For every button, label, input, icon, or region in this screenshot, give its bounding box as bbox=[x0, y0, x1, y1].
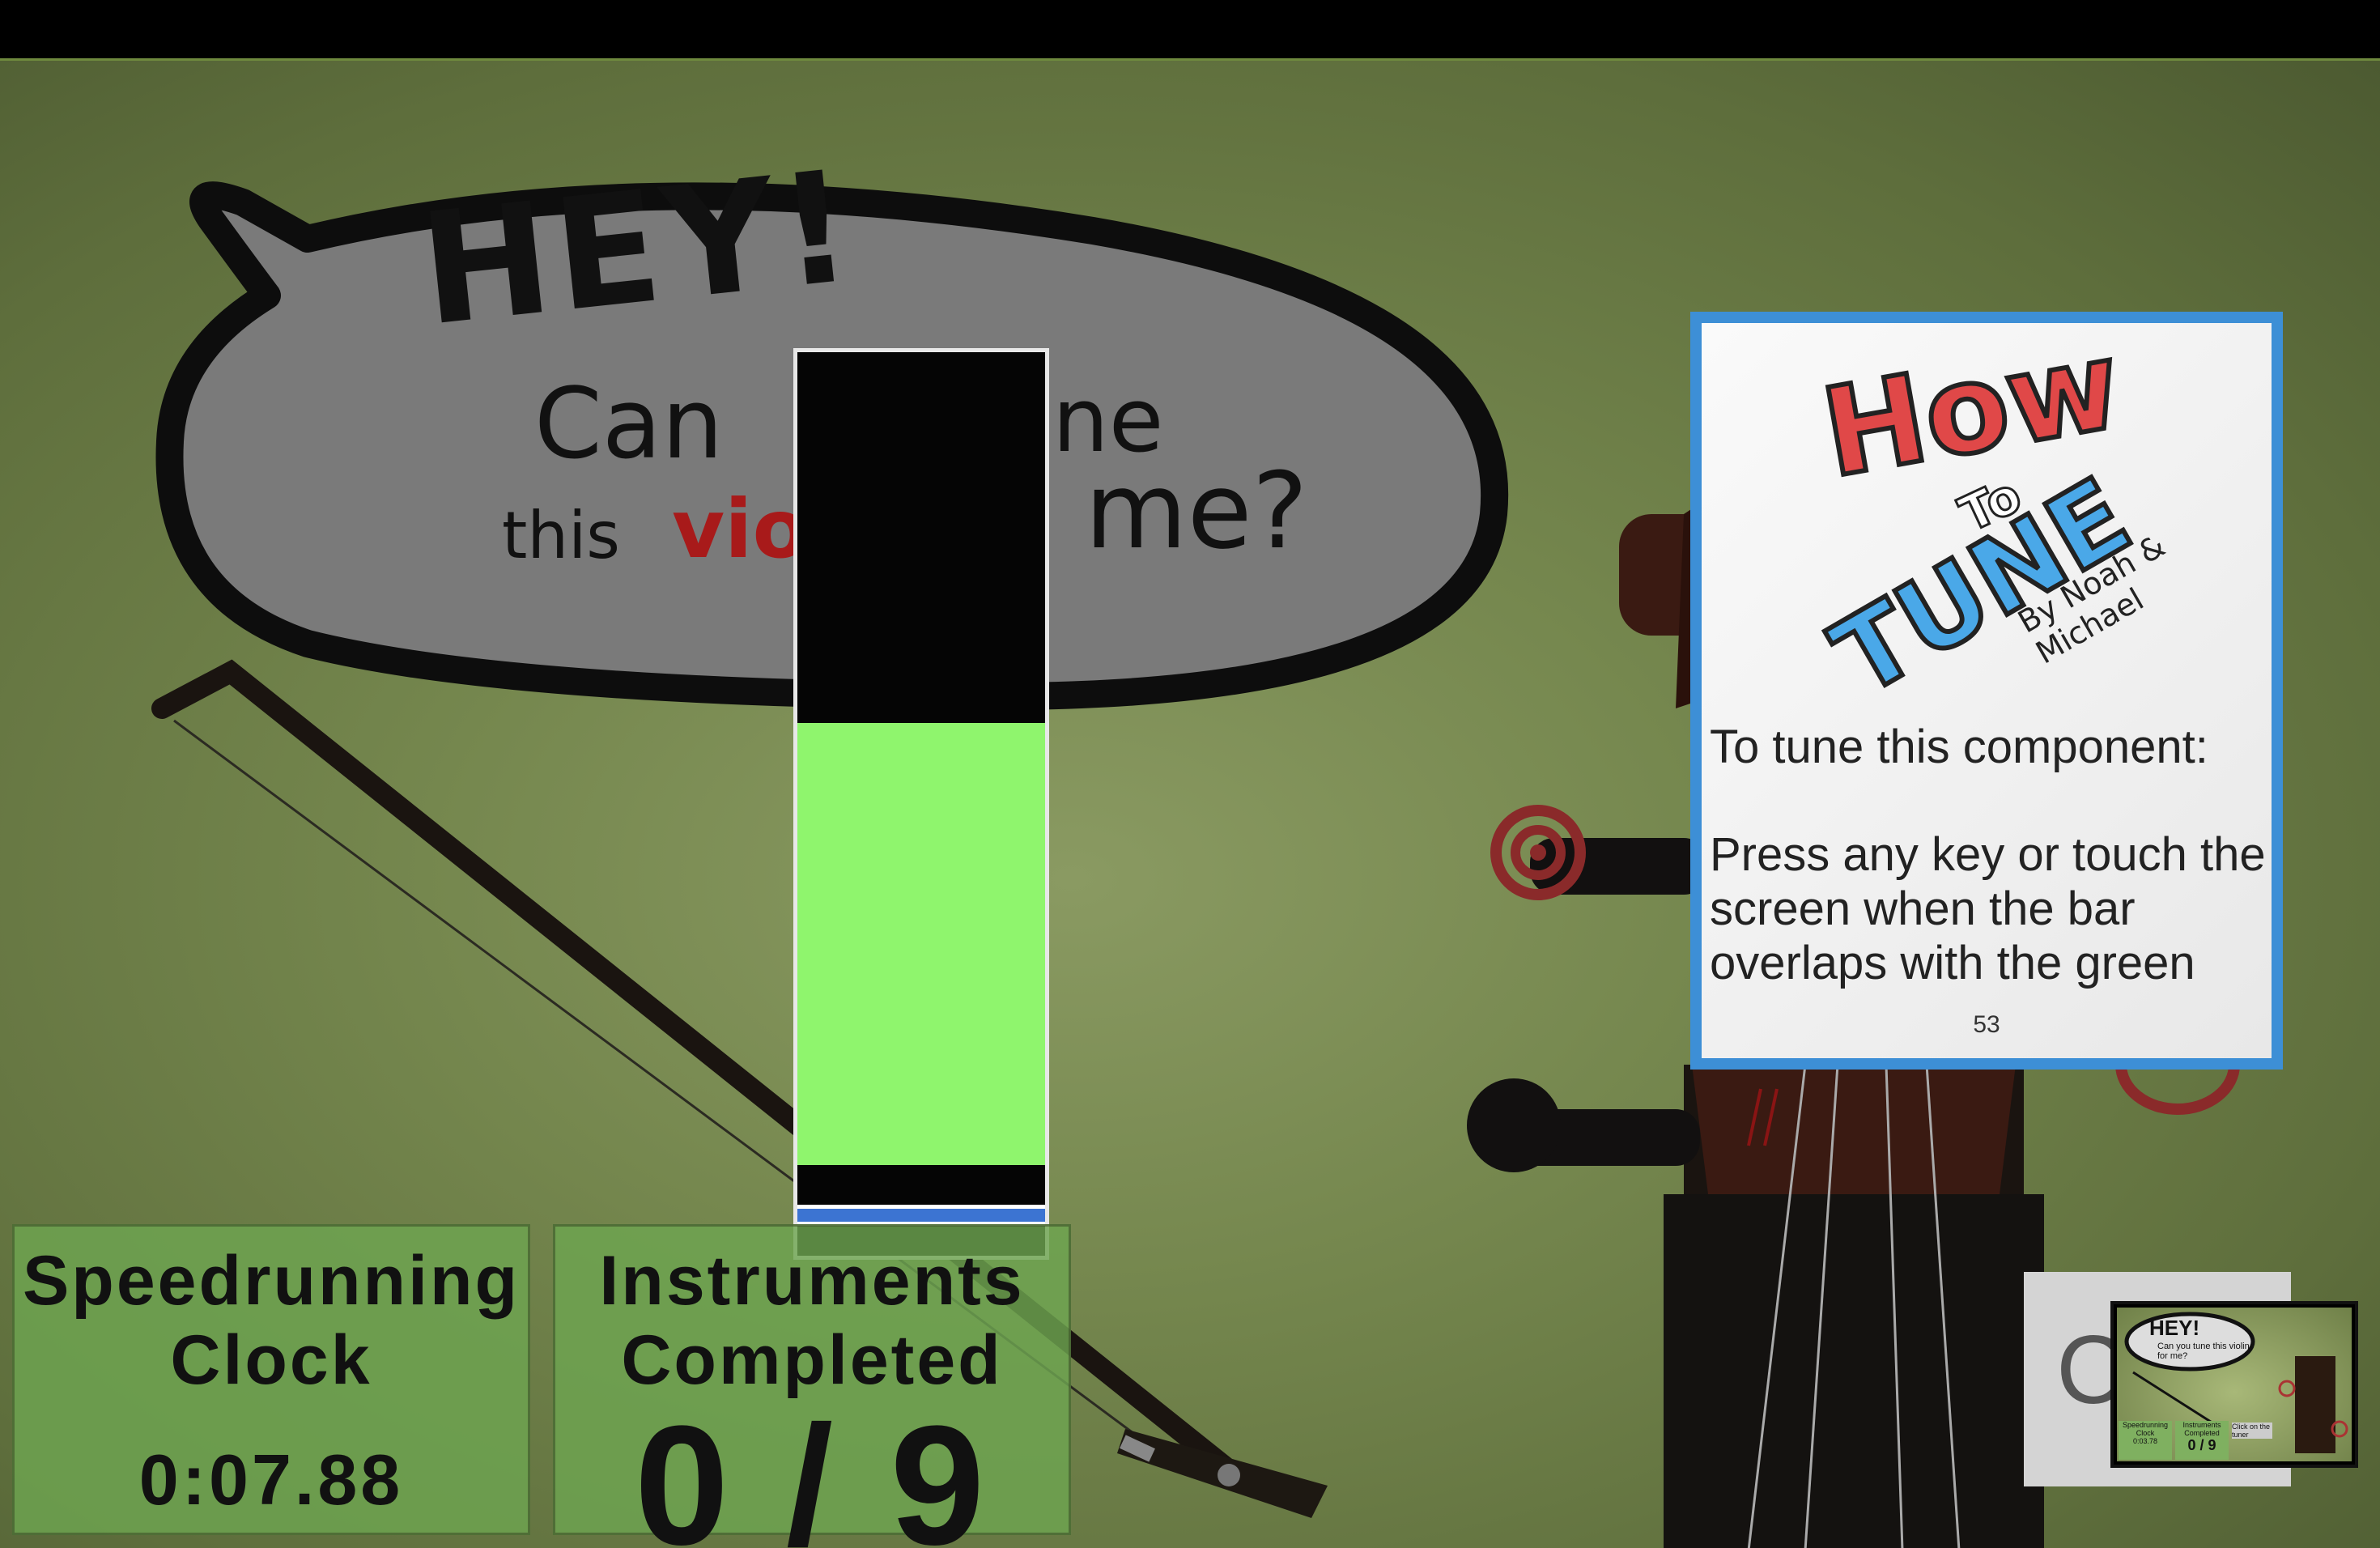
instruments-completed-panel: Instruments Completed 0 / 9 bbox=[553, 1224, 1071, 1548]
speedrun-clock-time: 0:07.88 bbox=[138, 1440, 404, 1520]
thumbnail-hey: HEY! bbox=[2149, 1316, 2200, 1340]
thumbnail-hint: Click on the tuner bbox=[2232, 1423, 2272, 1439]
meter-green-zone bbox=[797, 722, 1045, 1166]
instructions-text: To tune this component: Press any key or… bbox=[1710, 720, 2268, 990]
tuning-meter[interactable] bbox=[793, 348, 1049, 1260]
instruments-completed-count: 0 / 9 bbox=[634, 1390, 990, 1548]
thumbnail-completed: Instruments Completed 0 / 9 bbox=[2175, 1421, 2229, 1460]
bubble-this-text: this bbox=[502, 498, 620, 573]
bubble-me-text: me? bbox=[1085, 449, 1308, 572]
game-scene[interactable]: HEY! Can ne this vio me? Speedrunning Cl… bbox=[0, 58, 2380, 1548]
instruction-heading: To tune this component: bbox=[1710, 721, 2208, 773]
instruction-body: Press any key or touch the screen when t… bbox=[1710, 828, 2266, 989]
speedrun-clock-title: Speedrunning Clock bbox=[22, 1242, 521, 1399]
speedrun-clock-panel: Speedrunning Clock 0:07.88 bbox=[12, 1224, 530, 1535]
bubble-violin-text: vio bbox=[672, 482, 809, 576]
page-number: 53 bbox=[1973, 1011, 2000, 1038]
bubble-can-text: Can bbox=[534, 368, 724, 481]
meter-cursor bbox=[797, 1204, 1045, 1226]
game-thumbnail[interactable]: HEY! Can you tune this violin for me? Sp… bbox=[2110, 1301, 2358, 1468]
how-to-tune-card: How To TUNE By Noah & Michael To tune th… bbox=[1690, 312, 2283, 1070]
thumbnail-subtitle: Can you tune this violin for me? bbox=[2157, 1342, 2250, 1361]
top-black-bar bbox=[0, 0, 2380, 58]
thumbnail-clock: Speedrunning Clock 0:03.78 bbox=[2119, 1421, 2172, 1460]
instruments-completed-title: Instruments Completed bbox=[599, 1242, 1025, 1399]
